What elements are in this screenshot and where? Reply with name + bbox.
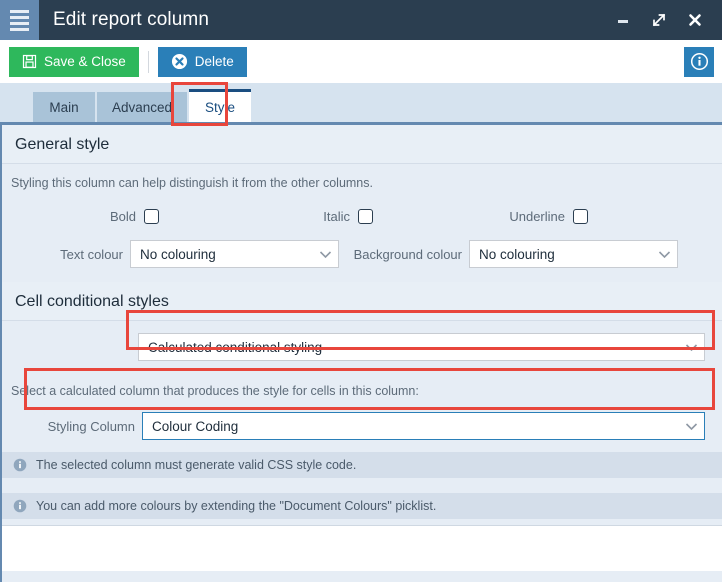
underline-label: Underline: [509, 209, 565, 224]
text-colour-label: Text colour: [60, 246, 123, 262]
hamburger-icon-line: [10, 21, 29, 25]
bold-checkbox[interactable]: [144, 209, 159, 224]
tab-advanced-label: Advanced: [112, 99, 173, 115]
minimize-icon: [618, 20, 628, 23]
minimize-button[interactable]: [606, 0, 640, 40]
cell-conditional-styles-section: Cell conditional styles Calculated condi…: [2, 282, 722, 571]
conditional-styling-mode-dropdown[interactable]: Calculated conditional styling: [138, 333, 705, 361]
bold-label: Bold: [109, 209, 136, 224]
save-and-close-label: Save & Close: [44, 54, 126, 69]
hamburger-icon-line: [10, 27, 29, 31]
help-info-button[interactable]: [684, 46, 714, 77]
tab-style-label: Style: [205, 99, 236, 115]
styling-column-instruction: Select a calculated column that produces…: [11, 384, 419, 398]
info-circle-icon: [13, 458, 27, 472]
hamburger-icon-line: [10, 9, 29, 13]
conditional-styling-mode-value: Calculated conditional styling: [148, 339, 323, 355]
tab-strip: Main Advanced Style: [0, 82, 722, 126]
styling-column-value: Colour Coding: [152, 418, 239, 434]
general-style-description: Styling this column can help distinguish…: [11, 176, 373, 190]
style-tab-panel: General style Styling this column can he…: [0, 125, 722, 582]
window-controls: [606, 0, 722, 40]
chevron-down-icon: [679, 422, 698, 431]
info-message-css: The selected column must generate valid …: [2, 452, 722, 478]
italic-label: Italic: [323, 209, 350, 224]
underline-checkbox-group: Underline: [373, 209, 588, 224]
delete-button[interactable]: Delete: [157, 46, 247, 77]
styling-column-dropdown[interactable]: Colour Coding: [142, 412, 705, 440]
text-colour-dropdown[interactable]: No colouring: [130, 240, 339, 268]
background-colour-value: No colouring: [479, 246, 555, 262]
toolbar-divider: [147, 50, 149, 73]
chevron-down-icon: [313, 250, 332, 259]
font-style-checkbox-row: Bold Italic Underline: [2, 209, 722, 224]
general-style-heading: General style: [2, 125, 722, 164]
bold-checkbox-group: Bold: [11, 209, 159, 224]
panel-bottom-blank-area: [2, 525, 722, 571]
info-circle-icon: [690, 52, 708, 71]
cell-conditional-styles-heading: Cell conditional styles: [2, 282, 722, 321]
close-button[interactable]: [678, 0, 712, 40]
save-floppy-icon: [22, 54, 37, 69]
styling-column-row: Styling Column Colour Coding: [2, 412, 722, 440]
edit-report-column-window: Edit report column Save & Close Delete M…: [0, 0, 722, 582]
window-title: Edit report column: [53, 9, 209, 30]
hamburger-menu-button[interactable]: [0, 0, 39, 40]
delete-label: Delete: [194, 54, 234, 69]
maximize-button[interactable]: [642, 0, 676, 40]
tab-advanced[interactable]: Advanced: [97, 92, 188, 122]
info-circle-icon: [13, 499, 27, 513]
window-titlebar: Edit report column: [0, 0, 722, 40]
info-message-css-text: The selected column must generate valid …: [36, 458, 357, 472]
tab-main[interactable]: Main: [33, 92, 95, 122]
hamburger-icon-line: [10, 15, 29, 19]
maximize-diagonal-icon: [652, 13, 666, 27]
tab-style[interactable]: Style: [189, 89, 252, 122]
conditional-mode-row: Calculated conditional styling: [2, 333, 722, 361]
background-colour-label: Background colour: [353, 246, 462, 262]
underline-checkbox[interactable]: [573, 209, 588, 224]
italic-checkbox[interactable]: [358, 209, 373, 224]
info-message-colours: You can add more colours by extending th…: [2, 493, 722, 519]
info-message-colours-text: You can add more colours by extending th…: [36, 499, 437, 513]
italic-checkbox-group: Italic: [159, 209, 373, 224]
chevron-down-icon: [679, 343, 698, 352]
toolbar: Save & Close Delete: [0, 40, 722, 83]
tab-main-label: Main: [49, 99, 79, 115]
colour-dropdown-row: Text colour No colouring Background colo…: [2, 240, 722, 268]
delete-circle-x-icon: [171, 53, 187, 70]
text-colour-value: No colouring: [140, 246, 216, 262]
save-and-close-button[interactable]: Save & Close: [9, 46, 139, 77]
background-colour-dropdown[interactable]: No colouring: [469, 240, 678, 268]
styling-column-label: Styling Column: [47, 418, 135, 434]
close-icon: [689, 14, 701, 26]
chevron-down-icon: [652, 250, 671, 259]
